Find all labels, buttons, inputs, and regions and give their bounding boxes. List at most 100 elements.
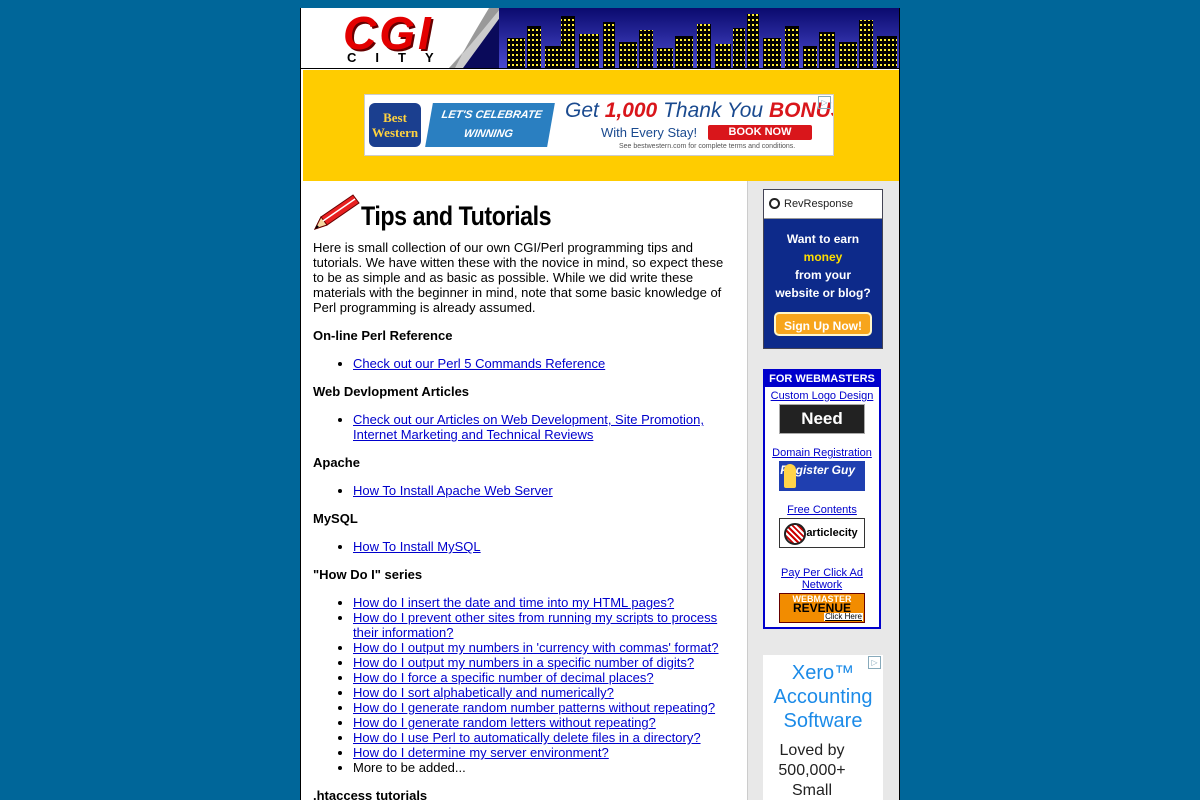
- section-heading-mysql: MySQL: [313, 511, 358, 526]
- list-item-more: More to be added...: [353, 760, 733, 775]
- headline-number: 1,000: [604, 99, 658, 122]
- logo-subtext: CITY: [347, 50, 453, 65]
- ad-choices-icon[interactable]: ▷: [868, 656, 881, 669]
- ad-terms: See bestwestern.com for complete terms a…: [619, 143, 796, 150]
- right-sidebar: RevResponse Want to earn money from your…: [747, 181, 899, 800]
- section-heading-htaccess: .htaccess tutorials: [313, 788, 428, 800]
- xero-body: Loved by 500,000+ Small Businesses: [778, 742, 846, 799]
- howdoi-link-currency[interactable]: How do I output my numbers in 'currency …: [353, 640, 719, 655]
- articlecity-image[interactable]: articlecity: [779, 518, 865, 548]
- howdoi-link-sort[interactable]: How do I sort alphabetically and numeric…: [353, 685, 614, 700]
- list-item: Check out our Perl 5 Commands Reference: [353, 356, 733, 371]
- list-item: How do I output my numbers in a specific…: [353, 655, 733, 670]
- ad-subline: With Every Stay!: [601, 125, 698, 140]
- section-heading-apache: Apache: [313, 455, 360, 470]
- bw-logo-line1: Best: [383, 110, 407, 125]
- xero-title: Xero™ Accounting Software: [773, 662, 873, 732]
- web-dev-list: Check out our Articles on Web Developmen…: [313, 412, 733, 442]
- list-item: How do I force a specific number of deci…: [353, 670, 733, 685]
- revresponse-logo-icon: [769, 198, 780, 209]
- ad-choices-icon[interactable]: ▷: [818, 96, 831, 109]
- intro-paragraph: Here is small collection of our own CGI/…: [313, 240, 724, 315]
- link-pay-per-click[interactable]: Pay Per Click Ad Network: [781, 567, 863, 591]
- list-item: How do I output my numbers in 'currency …: [353, 640, 733, 655]
- howdoi-link-server-env[interactable]: How do I determine my server environment…: [353, 745, 609, 760]
- howdoi-link-decimal[interactable]: How do I force a specific number of deci…: [353, 670, 654, 685]
- wm-item-free-contents: Free Contents articlecity: [765, 504, 879, 548]
- link-domain-registration[interactable]: Domain Registration: [772, 447, 872, 459]
- howdoi-link-random-numbers[interactable]: How do I generate random number patterns…: [353, 700, 715, 715]
- list-item: How To Install Apache Web Server: [353, 483, 733, 498]
- mysql-list: How To Install MySQL: [313, 539, 733, 554]
- banner-area: Best Western LET'S CELEBRATE WINNING HOS…: [303, 70, 899, 181]
- apache-list: How To Install Apache Web Server: [313, 483, 733, 498]
- page-title: Tips and Tutorials: [361, 201, 552, 231]
- revresponse-ad[interactable]: RevResponse Want to earn money from your…: [763, 189, 883, 349]
- ad-headline: Get 1,000 Thank You BONUS POINTS: [565, 99, 833, 123]
- page-curl-icon: [449, 8, 501, 68]
- webmasters-heading: FOR WEBMASTERS: [765, 371, 879, 387]
- articlecity-logo-icon: [784, 523, 806, 545]
- how-do-i-list: How do I insert the date and time into m…: [313, 595, 733, 775]
- xero-ad[interactable]: ▷ Xero™ Accounting Software Loved by 500…: [763, 655, 883, 800]
- list-item: How do I use Perl to automatically delet…: [353, 730, 733, 745]
- list-item: How do I determine my server environment…: [353, 745, 733, 760]
- stripe-line1: LET'S CELEBRATE: [440, 109, 543, 121]
- rev-line2: money: [803, 250, 843, 264]
- section-heading-how-do-i: "How Do I" series: [313, 567, 423, 582]
- link-install-apache[interactable]: How To Install Apache Web Server: [353, 483, 553, 498]
- wm-item-domain: Domain Registration Register Guy: [765, 447, 879, 491]
- list-item: How To Install MySQL: [353, 539, 733, 554]
- celebrate-stripe: LET'S CELEBRATE WINNING HOSPITALITY: [425, 103, 555, 155]
- book-now-button[interactable]: BOOK NOW: [708, 125, 812, 140]
- list-item: How do I generate random letters without…: [353, 715, 733, 730]
- list-item: How do I insert the date and time into m…: [353, 595, 733, 610]
- revresponse-brand: RevResponse: [784, 198, 854, 210]
- register-guy-mascot-icon: [784, 464, 796, 488]
- list-item: Check out our Articles on Web Developmen…: [353, 412, 733, 442]
- revresponse-header: RevResponse: [764, 190, 882, 219]
- bw-logo-line2: Western: [371, 125, 419, 140]
- wm-item-ppc: Pay Per Click Ad Network WEBMASTER REVEN…: [765, 567, 879, 623]
- link-perl5-commands[interactable]: Check out our Perl 5 Commands Reference: [353, 356, 605, 371]
- pencil-icon: [314, 194, 360, 230]
- best-western-banner-ad[interactable]: Best Western LET'S CELEBRATE WINNING HOS…: [364, 94, 834, 156]
- for-webmasters-box: FOR WEBMASTERS Custom Logo Design Need L…: [763, 369, 881, 629]
- page-container: CGI CITY Best Western LET'S CELEBRATE WI…: [300, 8, 900, 800]
- revresponse-body: Want to earn money from your website or …: [764, 219, 882, 336]
- headline-pre: Get: [565, 99, 605, 122]
- link-web-dev-articles[interactable]: Check out our Articles on Web Developmen…: [353, 412, 704, 442]
- howdoi-link-delete-files[interactable]: How do I use Perl to automatically delet…: [353, 730, 701, 745]
- article-body: Here is small collection of our own CGI/…: [313, 240, 733, 800]
- wm-item-logo-design: Custom Logo Design Need Logos?: [765, 390, 879, 456]
- link-install-mysql[interactable]: How To Install MySQL: [353, 539, 481, 554]
- list-item: How do I generate random number patterns…: [353, 700, 733, 715]
- headline-mid: Thank You: [657, 99, 769, 122]
- city-skyline-image: [499, 8, 899, 68]
- howdoi-link-date-time[interactable]: How do I insert the date and time into m…: [353, 595, 674, 610]
- howdoi-link-random-letters[interactable]: How do I generate random letters without…: [353, 715, 656, 730]
- best-western-logo: Best Western: [369, 103, 421, 147]
- list-item: How do I sort alphabetically and numeric…: [353, 685, 733, 700]
- webmaster-revenue-image[interactable]: WEBMASTER REVENUE Click Here: [779, 593, 865, 623]
- click-here-label: Click Here: [824, 612, 863, 621]
- section-heading-perl-reference: On-line Perl Reference: [313, 328, 453, 343]
- howdoi-link-prevent-sites[interactable]: How do I prevent other sites from runnin…: [353, 610, 717, 640]
- link-custom-logo-design[interactable]: Custom Logo Design: [771, 390, 874, 402]
- howdoi-link-digits[interactable]: How do I output my numbers in a specific…: [353, 655, 694, 670]
- rev-line3: from your: [794, 268, 851, 282]
- need-logos-image[interactable]: Need Logos?: [779, 404, 865, 456]
- rev-line1: Want to earn: [786, 232, 860, 246]
- sign-up-now-button[interactable]: Sign Up Now!: [774, 312, 872, 336]
- rev-line4: website or blog?: [775, 286, 871, 300]
- stripe-line2: WINNING HOSPITALITY: [448, 128, 523, 156]
- register-guy-image[interactable]: Register Guy: [779, 461, 865, 491]
- site-header: CGI CITY: [301, 8, 899, 69]
- articlecity-text: articlecity: [806, 527, 858, 539]
- perl-reference-list: Check out our Perl 5 Commands Reference: [313, 356, 733, 371]
- main-content: Tips and Tutorials Here is small collect…: [301, 181, 747, 800]
- section-heading-web-dev: Web Devlopment Articles: [313, 384, 470, 399]
- list-item: How do I prevent other sites from runnin…: [353, 610, 733, 640]
- site-logo[interactable]: CGI CITY: [301, 8, 501, 68]
- link-free-contents[interactable]: Free Contents: [787, 504, 857, 516]
